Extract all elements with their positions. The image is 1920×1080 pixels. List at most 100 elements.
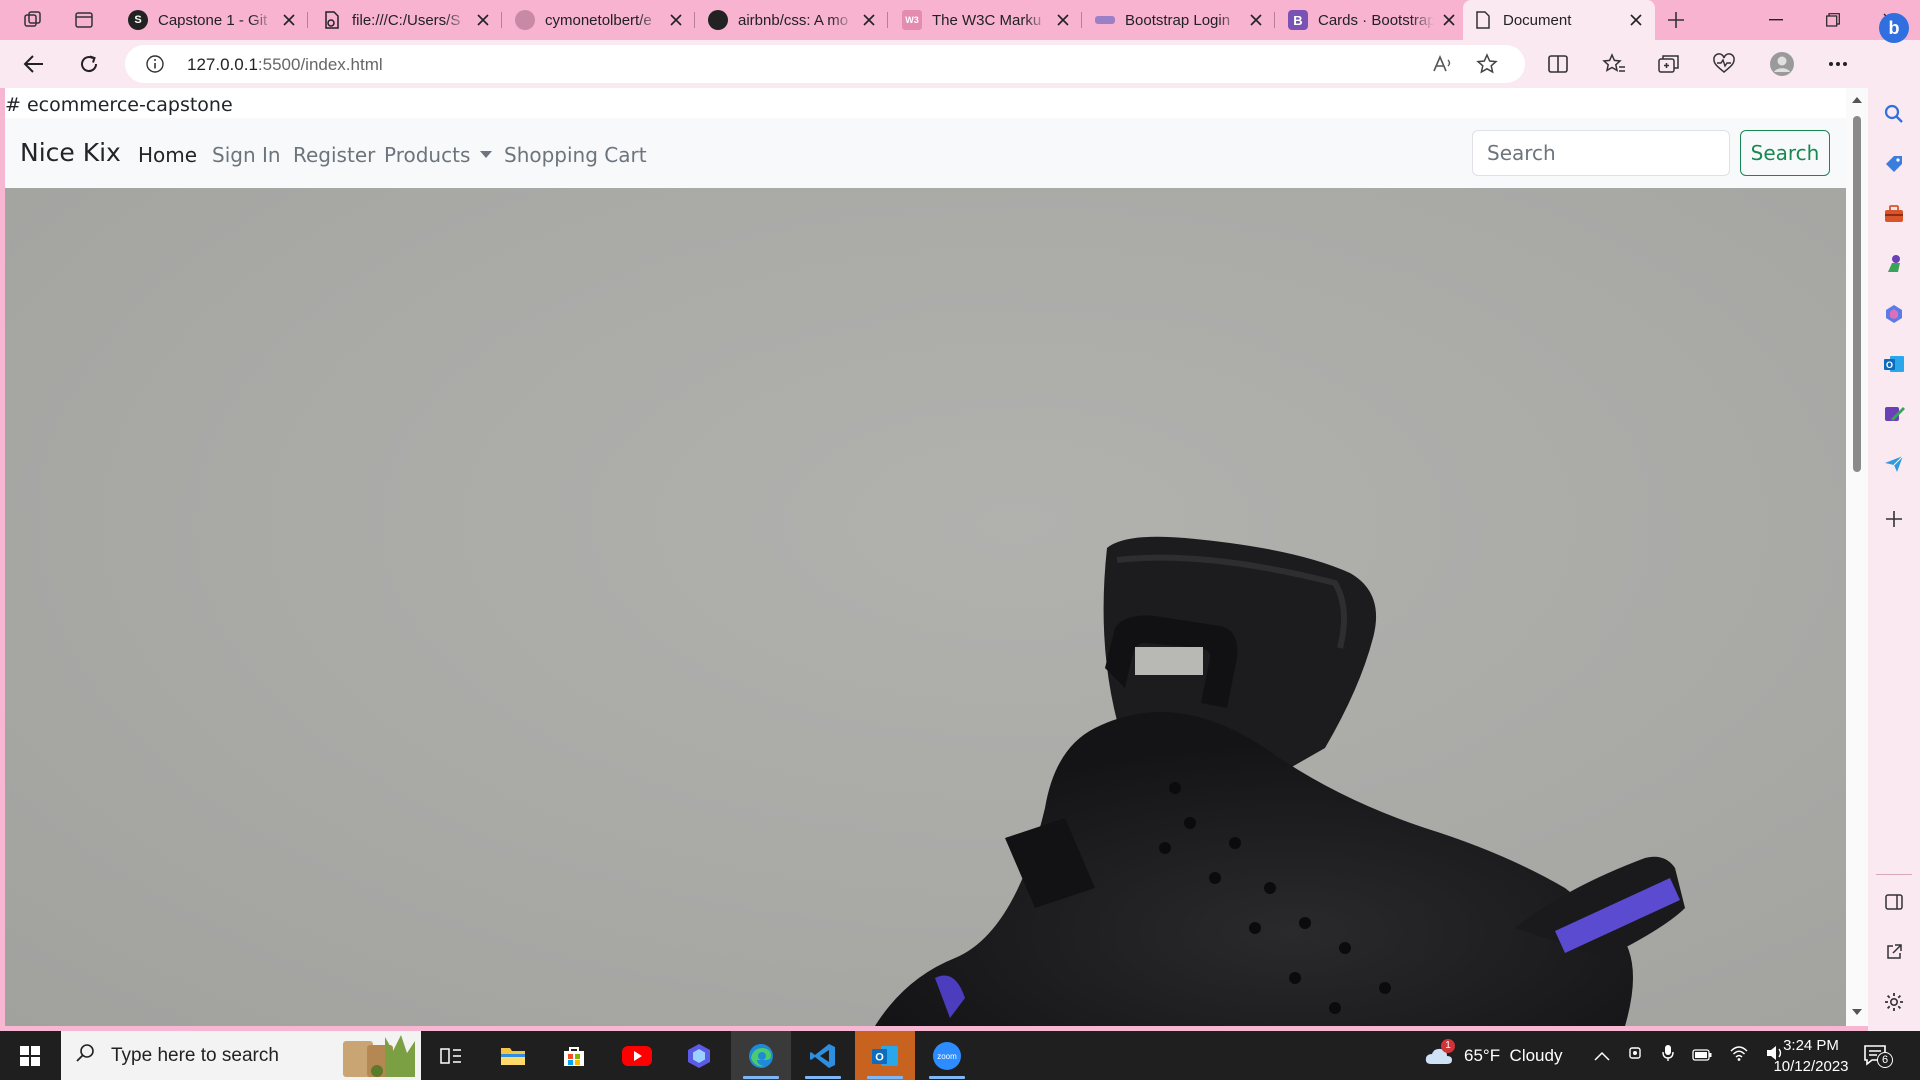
search-button[interactable]: Search — [1740, 130, 1830, 176]
weather-text: 65°F Cloudy — [1464, 1045, 1563, 1065]
windows-start-icon[interactable] — [0, 1031, 60, 1080]
address-bar[interactable]: 127.0.0.1:5500/index.html — [125, 45, 1525, 83]
close-tab-icon[interactable] — [280, 11, 298, 29]
sneaker-illustration — [875, 536, 1685, 1026]
close-tab-icon[interactable] — [860, 11, 878, 29]
browser-essentials-icon[interactable] — [1706, 48, 1742, 80]
nav-dropdown-products[interactable]: Products — [384, 143, 493, 167]
url-path: :5500/index.html — [257, 55, 383, 74]
taskbar-clock[interactable]: 3:24 PM 10/12/2023 — [1770, 1035, 1852, 1077]
search-icon[interactable] — [1882, 102, 1906, 126]
tab-title: airbnb/css: A mo — [738, 11, 849, 29]
file-explorer-icon[interactable] — [483, 1031, 543, 1080]
document-icon — [1473, 10, 1493, 30]
w3c-icon: W3 — [902, 10, 922, 30]
browser-toolbar: 127.0.0.1:5500/index.html — [0, 40, 1868, 88]
tab-title: Document — [1503, 11, 1572, 29]
taskbar-search-placeholder: Type here to search — [111, 1044, 279, 1066]
open-external-icon[interactable] — [1882, 940, 1906, 964]
microphone-icon[interactable] — [1662, 1044, 1674, 1067]
games-icon[interactable] — [1882, 252, 1906, 276]
svg-text:zoom: zoom — [937, 1052, 957, 1061]
notification-center[interactable]: 6 — [1863, 1031, 1893, 1080]
brand-logo[interactable]: Nice Kix — [20, 138, 121, 167]
favorite-star-icon[interactable] — [1475, 52, 1499, 76]
refresh-icon[interactable] — [71, 48, 107, 80]
outlook-taskbar-icon[interactable]: O — [855, 1031, 915, 1080]
send-icon[interactable] — [1882, 452, 1906, 476]
tab-bootstrap-cards[interactable]: B Cards · Bootstrap — [1278, 4, 1468, 36]
taskbar-search-box[interactable]: Type here to search — [61, 1031, 421, 1080]
tab-local-file[interactable]: file:///C:/Users/S — [312, 4, 502, 36]
close-tab-icon[interactable] — [474, 11, 492, 29]
outlook-icon[interactable]: O — [1882, 352, 1906, 376]
tab-github-repo[interactable]: cymonetolbert/e — [505, 4, 695, 36]
battery-icon[interactable] — [1692, 1046, 1712, 1066]
meet-now-icon[interactable] — [1628, 1045, 1644, 1066]
page-scrollbar[interactable] — [1846, 88, 1868, 1026]
edge-sidebar: b O — [1868, 13, 1920, 1031]
close-tab-icon[interactable] — [1627, 11, 1645, 29]
drop-icon[interactable] — [1882, 402, 1906, 426]
microsoft-store-icon[interactable] — [544, 1031, 604, 1080]
scrollbar-thumb[interactable] — [1853, 116, 1861, 472]
read-aloud-icon[interactable] — [1431, 52, 1455, 76]
copilot-app-icon[interactable] — [669, 1031, 729, 1080]
close-tab-icon[interactable] — [1054, 11, 1072, 29]
add-sidebar-app-icon[interactable] — [1882, 507, 1906, 531]
pdf-icon — [322, 10, 342, 30]
tools-icon[interactable] — [1882, 202, 1906, 226]
edge-browser-icon[interactable] — [731, 1031, 791, 1080]
new-tab-icon[interactable] — [1658, 7, 1694, 33]
wifi-icon[interactable] — [1730, 1045, 1748, 1066]
tab-airbnb-css[interactable]: airbnb/css: A mo — [698, 4, 888, 36]
tab-document[interactable]: Document — [1463, 0, 1655, 40]
zoom-icon[interactable]: zoom — [917, 1031, 977, 1080]
profile-avatar-icon[interactable] — [1764, 48, 1800, 80]
vscode-icon[interactable] — [793, 1031, 853, 1080]
site-info-icon[interactable] — [145, 54, 165, 74]
more-menu-icon[interactable] — [1820, 48, 1856, 80]
weather-alert-badge: 1 — [1441, 1038, 1455, 1053]
tab-title: Bootstrap Login — [1125, 11, 1231, 29]
settings-gear-icon[interactable] — [1882, 990, 1906, 1014]
close-tab-icon[interactable] — [1247, 11, 1265, 29]
tab-w3c[interactable]: W3 The W3C Marku — [892, 4, 1082, 36]
task-view-icon[interactable] — [421, 1031, 481, 1080]
scroll-down-icon[interactable] — [1851, 1006, 1863, 1018]
nav-link-shopping-cart[interactable]: Shopping Cart — [504, 143, 647, 167]
svg-text:b: b — [1889, 18, 1900, 38]
search-input[interactable] — [1472, 130, 1730, 176]
weather-widget[interactable]: 1 65°F Cloudy — [1424, 1031, 1562, 1080]
close-tab-icon[interactable] — [667, 11, 685, 29]
back-icon[interactable] — [16, 48, 52, 80]
microsoft-365-icon[interactable] — [1882, 302, 1906, 326]
workspaces-icon[interactable] — [18, 7, 48, 33]
tab-capstone[interactable]: S Capstone 1 - Git — [118, 4, 308, 36]
split-screen-icon[interactable] — [1540, 48, 1576, 80]
collections-icon[interactable] — [1651, 48, 1687, 80]
nav-link-home[interactable]: Home — [138, 143, 197, 167]
minimize-icon[interactable] — [1748, 0, 1804, 40]
bootstrap-icon: B — [1288, 10, 1308, 30]
close-tab-icon[interactable] — [1440, 11, 1458, 29]
bing-copilot-icon[interactable]: b — [1878, 12, 1910, 44]
nav-link-sign-in[interactable]: Sign In — [212, 143, 281, 167]
tab-title: Capstone 1 - Git — [158, 11, 268, 29]
site-navbar: Nice Kix Home Sign In Register Products … — [5, 118, 1846, 188]
browser-tab-strip: S Capstone 1 - Git file:///C:/Users/S cy… — [0, 0, 1920, 40]
shopping-tag-icon[interactable] — [1882, 152, 1906, 176]
favorites-icon[interactable] — [1596, 48, 1632, 80]
tab-title: Cards · Bootstrap — [1318, 11, 1434, 29]
youtube-icon[interactable] — [607, 1031, 667, 1080]
hide-sidebar-icon[interactable] — [1882, 890, 1906, 914]
tab-actions-icon[interactable] — [69, 7, 99, 33]
tab-bootstrap-login[interactable]: Bootstrap Login — [1085, 4, 1275, 36]
url-text: 127.0.0.1:5500/index.html — [187, 55, 383, 75]
dropdown-caret-icon — [480, 151, 493, 158]
search-icon — [75, 1043, 95, 1068]
nav-link-register[interactable]: Register — [293, 143, 375, 167]
show-hidden-icons-icon[interactable] — [1594, 1046, 1610, 1066]
scroll-up-icon[interactable] — [1851, 94, 1863, 106]
restore-icon[interactable] — [1805, 0, 1861, 40]
